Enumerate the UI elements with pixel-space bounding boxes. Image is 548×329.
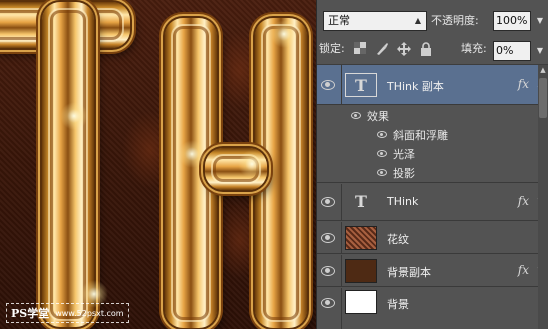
scroll-up-arrow-icon[interactable]: ▲ <box>538 65 548 75</box>
scrollbar-thumb[interactable] <box>539 78 547 118</box>
watermark: PS学堂 www.52psxt.com <box>6 303 129 323</box>
divider <box>341 65 342 104</box>
layer-name: THink 副本 <box>387 80 444 93</box>
fill-arrow-icon[interactable]: ▼ <box>533 41 547 61</box>
effects-header: 效果 <box>367 110 389 123</box>
effect-row-satin[interactable]: 光泽 <box>317 144 548 163</box>
layer-row-background[interactable]: 背景 <box>317 288 548 329</box>
layer-name: 背景副本 <box>387 266 431 279</box>
text-layer-thumbnail: T <box>355 192 367 211</box>
effect-label: 斜面和浮雕 <box>393 129 448 142</box>
brush-icon[interactable] <box>375 42 389 56</box>
updown-arrow-icon: ▲ <box>414 16 422 25</box>
sparkle <box>270 20 298 48</box>
eye-icon[interactable] <box>321 80 335 90</box>
opacity-field[interactable]: 100% <box>493 11 531 31</box>
eye-icon[interactable] <box>321 298 335 308</box>
layer-name: 花纹 <box>387 233 409 246</box>
move-icon[interactable] <box>397 42 411 56</box>
eye-icon[interactable] <box>351 112 361 119</box>
layers-panel: 正常 ▲ 不透明度: 100% ▼ 锁定: 填充: 0% ▼ T THink 副… <box>316 0 548 329</box>
fill-field[interactable]: 0% <box>493 41 531 61</box>
blend-mode-value: 正常 <box>328 14 350 27</box>
eye-icon[interactable] <box>321 233 335 243</box>
opacity-label: 不透明度: <box>431 14 479 27</box>
layer-row-think-copy[interactable]: T THink 副本 fx ▲ <box>317 65 548 105</box>
watermark-url: www.52psxt.com <box>55 308 124 318</box>
effects-header-row: 效果 <box>317 106 548 125</box>
fx-icon: fx <box>517 263 529 277</box>
watermark-text: PS学堂 <box>11 307 50 320</box>
fx-icon: fx <box>517 77 529 91</box>
checkerboard-icon[interactable] <box>353 42 367 56</box>
layer-name: THink <box>387 195 419 208</box>
layer-thumbnail <box>345 290 377 314</box>
layer-row-background-copy[interactable]: 背景副本 fx ▼ <box>317 255 548 287</box>
fill-label: 填充: <box>461 42 487 55</box>
eye-icon[interactable] <box>321 197 335 207</box>
eye-icon[interactable] <box>377 169 387 176</box>
divider <box>341 288 342 329</box>
effect-row-bevel-emboss[interactable]: 斜面和浮雕 <box>317 125 548 144</box>
sparkle <box>60 102 88 130</box>
effect-label: 光泽 <box>393 148 415 161</box>
opacity-value: 100% <box>496 14 528 27</box>
blend-mode-dropdown[interactable]: 正常 ▲ <box>323 11 427 31</box>
layer-row-think[interactable]: T THink fx ▼ <box>317 184 548 221</box>
fx-icon: fx <box>517 194 529 208</box>
lock-label: 锁定: <box>319 42 345 55</box>
effect-label: 投影 <box>393 167 415 180</box>
text-layer-thumbnail: T <box>345 73 377 97</box>
fill-value: 0% <box>496 44 514 57</box>
opacity-arrow-icon[interactable]: ▼ <box>533 11 547 31</box>
document-canvas[interactable]: PS学堂 www.52psxt.com <box>0 0 316 329</box>
layer-name: 背景 <box>387 298 409 311</box>
divider <box>341 255 342 286</box>
layer-thumbnail <box>345 226 377 250</box>
eye-icon[interactable] <box>377 150 387 157</box>
layer-row-pattern[interactable]: 花纹 <box>317 222 548 254</box>
sparkle <box>238 150 266 178</box>
padlock-icon[interactable] <box>419 42 433 56</box>
effect-row-drop-shadow[interactable]: 投影 <box>317 163 548 183</box>
eye-icon[interactable] <box>321 266 335 276</box>
sparkle <box>178 140 206 168</box>
layer-thumbnail <box>345 259 377 283</box>
divider <box>341 184 342 220</box>
eye-icon[interactable] <box>377 131 387 138</box>
divider <box>341 222 342 253</box>
t-stem <box>42 2 94 327</box>
